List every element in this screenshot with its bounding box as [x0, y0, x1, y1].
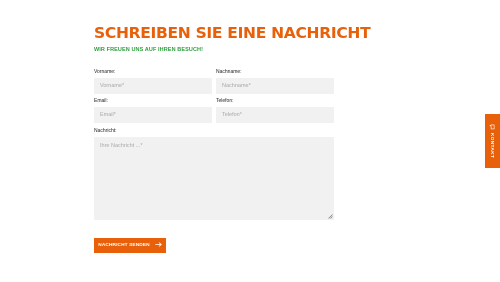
vorname-field-group: Vorname:	[94, 69, 212, 94]
nachname-field-group: Nachname:	[216, 69, 334, 94]
submit-button[interactable]: NACHRICHT SENDEN	[94, 238, 166, 253]
nachname-input[interactable]	[216, 78, 334, 94]
chat-icon	[489, 124, 496, 130]
arrow-right-icon	[155, 242, 162, 249]
contact-form: SCHREIBEN SIE EINE NACHRICHT WIR FREUEN …	[94, 24, 371, 53]
submit-button-label: NACHRICHT SENDEN	[98, 243, 150, 248]
nachricht-wrapper	[94, 137, 334, 220]
form-title: SCHREIBEN SIE EINE NACHRICHT	[94, 24, 371, 42]
kontakt-tab-label: KONTAKT	[490, 132, 496, 159]
kontakt-tab-inner: KONTAKT	[489, 124, 496, 159]
nachricht-label: Nachricht:	[94, 128, 117, 134]
form-subtitle: WIR FREUEN UNS AUF IHREN BESUCH!	[94, 47, 204, 53]
nachname-label: Nachname:	[216, 69, 242, 75]
email-input[interactable]	[94, 107, 212, 123]
telefon-field-group: Telefon:	[216, 98, 334, 123]
email-label: Email:	[94, 98, 108, 104]
telefon-label: Telefon:	[216, 98, 234, 104]
nachricht-field-group: Nachricht:	[94, 128, 334, 220]
email-field-group: Email:	[94, 98, 212, 123]
resize-handle-icon[interactable]	[328, 214, 333, 219]
nachricht-textarea[interactable]	[94, 137, 334, 220]
contact-page: SCHREIBEN SIE EINE NACHRICHT WIR FREUEN …	[0, 0, 500, 282]
vorname-label: Vorname:	[94, 69, 116, 75]
kontakt-side-tab[interactable]: KONTAKT	[485, 114, 500, 168]
vorname-input[interactable]	[94, 78, 212, 94]
telefon-input[interactable]	[216, 107, 334, 123]
